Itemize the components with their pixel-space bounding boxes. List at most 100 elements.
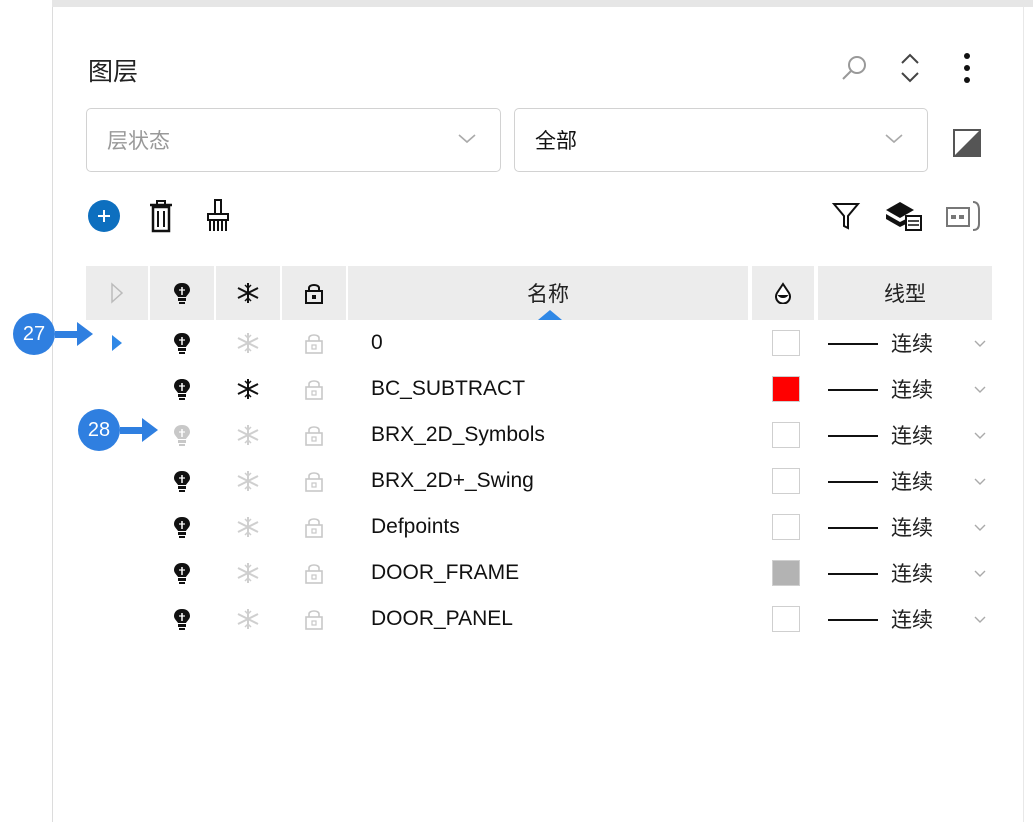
lock-icon[interactable] [282, 320, 346, 366]
current-layer-cell[interactable] [86, 596, 148, 642]
chevron-down-icon[interactable] [972, 519, 988, 535]
more-vertical-icon[interactable] [949, 50, 985, 86]
layer-settings-icon[interactable] [944, 196, 984, 236]
snowflake-icon[interactable] [216, 504, 280, 550]
table-row[interactable]: DOOR_FRAME 连续 [86, 550, 992, 596]
lock-icon [305, 284, 323, 304]
filter-icon[interactable] [826, 196, 866, 236]
arrow-right-icon [142, 418, 158, 442]
column-linetype-label: 线型 [884, 283, 926, 306]
delete-layer-icon[interactable] [141, 196, 181, 236]
column-color[interactable] [752, 266, 814, 320]
linetype-preview [828, 481, 878, 483]
column-current[interactable] [86, 266, 148, 320]
layer-name[interactable]: DOOR_FRAME [371, 550, 519, 596]
layer-color-swatch[interactable] [772, 468, 800, 494]
snowflake-icon[interactable] [216, 596, 280, 642]
lightbulb-icon[interactable] [150, 320, 214, 366]
callout-27: 27 [13, 313, 93, 355]
linetype-label[interactable]: 连续 [891, 458, 933, 504]
current-layer-cell[interactable] [86, 366, 148, 412]
column-freeze[interactable] [216, 266, 280, 320]
table-row[interactable]: BRX_2D+_Swing 连续 [86, 458, 992, 504]
table-row[interactable]: BRX_2D_Symbols 连续 [86, 412, 992, 458]
current-layer-cell[interactable] [86, 458, 148, 504]
snowflake-icon[interactable] [216, 412, 280, 458]
linetype-preview [828, 619, 878, 621]
layer-states-icon[interactable] [884, 196, 924, 236]
layer-filter-dropdown[interactable]: 全部 [514, 108, 928, 172]
column-name-label: 名称 [527, 283, 569, 306]
linetype-label[interactable]: 连续 [891, 320, 933, 366]
half-square-icon[interactable] [952, 128, 982, 158]
linetype-label[interactable]: 连续 [891, 366, 933, 412]
lock-icon[interactable] [282, 504, 346, 550]
lightbulb-icon[interactable] [150, 458, 214, 504]
layer-color-swatch[interactable] [772, 606, 800, 632]
add-layer-icon[interactable] [84, 196, 124, 236]
callout-28-arrow-stem [120, 426, 142, 434]
color-drop-icon [775, 282, 791, 304]
layer-name[interactable]: BRX_2D+_Swing [371, 458, 534, 504]
table-row[interactable]: BC_SUBTRACT 连续 [86, 366, 992, 412]
chevron-down-icon[interactable] [972, 427, 988, 443]
column-on[interactable] [150, 266, 214, 320]
lightbulb-icon[interactable] [150, 412, 214, 458]
lock-icon[interactable] [282, 366, 346, 412]
table-row[interactable]: 0 连续 [86, 320, 992, 366]
chevron-down-icon[interactable] [972, 473, 988, 489]
lightbulb-icon[interactable] [150, 366, 214, 412]
linetype-preview [828, 343, 878, 345]
lock-icon[interactable] [282, 550, 346, 596]
linetype-label[interactable]: 连续 [891, 550, 933, 596]
table-row[interactable]: Defpoints 连续 [86, 504, 992, 550]
chevron-down-icon[interactable] [972, 335, 988, 351]
purge-brush-icon[interactable] [198, 196, 238, 236]
callout-27-arrow-stem [55, 330, 77, 338]
chevron-down-icon[interactable] [972, 611, 988, 627]
callout-28: 28 [78, 409, 158, 451]
column-name[interactable]: 名称 [348, 266, 748, 320]
snowflake-icon[interactable] [216, 550, 280, 596]
layer-color-swatch[interactable] [772, 560, 800, 586]
layer-name[interactable]: DOOR_PANEL [371, 596, 513, 642]
current-layer-cell[interactable] [86, 504, 148, 550]
lock-icon[interactable] [282, 596, 346, 642]
panel-title: 图层 [88, 58, 139, 86]
layer-name[interactable]: BC_SUBTRACT [371, 366, 525, 412]
layer-color-swatch[interactable] [772, 422, 800, 448]
layer-color-swatch[interactable] [772, 330, 800, 356]
layer-state-dropdown[interactable]: 层状态 [86, 108, 501, 172]
linetype-label[interactable]: 连续 [891, 412, 933, 458]
lightbulb-icon[interactable] [150, 596, 214, 642]
layer-name[interactable]: 0 [371, 320, 383, 366]
chevron-down-icon[interactable] [972, 565, 988, 581]
snowflake-icon[interactable] [216, 320, 280, 366]
top-border [52, 0, 1033, 7]
chevron-down-icon[interactable] [972, 381, 988, 397]
sort-ascending-icon [538, 310, 562, 320]
layer-color-swatch[interactable] [772, 376, 800, 402]
linetype-preview [828, 435, 878, 437]
layer-name[interactable]: Defpoints [371, 504, 460, 550]
callout-27-badge: 27 [13, 313, 55, 355]
column-linetype[interactable]: 线型 [818, 266, 992, 320]
snowflake-icon[interactable] [216, 366, 280, 412]
layer-filter-value: 全部 [535, 130, 577, 153]
current-layer-indicator-icon[interactable] [86, 320, 148, 366]
column-lock[interactable] [282, 266, 346, 320]
search-icon[interactable] [836, 50, 872, 86]
table-row[interactable]: DOOR_PANEL 连续 [86, 596, 992, 642]
layer-name[interactable]: BRX_2D_Symbols [371, 412, 545, 458]
lock-icon[interactable] [282, 458, 346, 504]
layer-color-swatch[interactable] [772, 514, 800, 540]
snowflake-icon[interactable] [216, 458, 280, 504]
linetype-preview [828, 527, 878, 529]
lightbulb-icon[interactable] [150, 550, 214, 596]
linetype-label[interactable]: 连续 [891, 504, 933, 550]
lock-icon[interactable] [282, 412, 346, 458]
linetype-label[interactable]: 连续 [891, 596, 933, 642]
lightbulb-icon[interactable] [150, 504, 214, 550]
current-layer-cell[interactable] [86, 550, 148, 596]
expand-collapse-icon[interactable] [892, 50, 928, 86]
